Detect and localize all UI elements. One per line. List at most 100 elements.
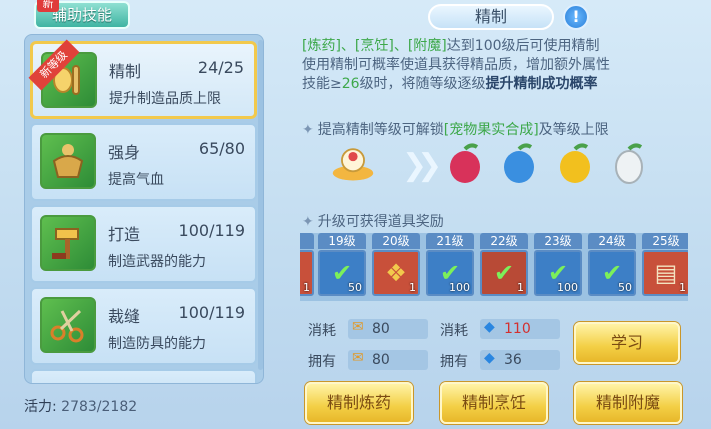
scissors-icon	[40, 297, 96, 353]
sparkle-icon: ✦	[302, 122, 314, 138]
skill-name: 强身	[108, 143, 141, 162]
skill-name: 打造	[108, 225, 141, 244]
skill-desc: 提高气血	[108, 172, 164, 188]
vitality-display: 活力: 2783/2182	[24, 396, 137, 416]
crystal-consume-text: 110	[504, 321, 531, 337]
desc-line3-num: 26	[341, 76, 360, 92]
reward-level: 21级	[426, 233, 474, 249]
consume-label: 消耗	[308, 323, 336, 339]
reward-level: 25级	[642, 233, 688, 249]
refine-enchant-button[interactable]: 精制附魔	[574, 382, 682, 424]
reward-title: 升级可获得道具奖励	[317, 214, 444, 230]
reward-slot[interactable]: 23级 ✔ 100	[534, 233, 582, 299]
double-arrow-icon: ❯❯	[402, 148, 442, 183]
partial-item-icon: 1	[300, 250, 314, 296]
unlock-title-a: 提高精制等级可解锁	[317, 122, 444, 138]
skill-level: 65/80	[198, 139, 245, 158]
refine-cooking-button[interactable]: 精制烹饪	[440, 382, 548, 424]
crystal-icon: ◆	[484, 319, 495, 335]
muscle-man-icon	[40, 133, 96, 189]
scroll-icon: ✉	[352, 350, 364, 366]
skill-description: [炼药]、[烹饪]、[附魔]达到100级后可使用精制 使用精制可概率使道具获得精…	[302, 37, 702, 94]
desc-tags: [炼药]、[烹饪]、[附魔]	[302, 38, 447, 54]
reward-qty: 1	[409, 281, 416, 294]
check-scroll-icon: ✔ 1	[480, 250, 528, 296]
reward-level: 2	[300, 233, 314, 249]
red-fruit-icon	[442, 140, 488, 186]
vitality-value: 2783/2182	[61, 399, 138, 415]
help-icon[interactable]: !	[563, 4, 589, 30]
white-fruit-icon	[606, 140, 652, 186]
skill-item-tailor[interactable]: 裁缝 100/119 制造防具的能力	[30, 287, 257, 365]
skill-item-strength[interactable]: 强身 65/80 提高气血	[30, 123, 257, 201]
vitality-label: 活力:	[24, 399, 57, 415]
sparkle-icon: ✦	[302, 214, 314, 230]
refine-alchemy-button[interactable]: 精制炼药	[305, 382, 413, 424]
reward-slot[interactable]: 24级 ✔ 50	[588, 233, 636, 299]
yellow-fruit-icon	[552, 140, 598, 186]
reward-slot[interactable]: 25级 ▤ 1	[642, 233, 688, 299]
desc-line2: 使用精制可概率使道具获得精品质，增加额外属性	[302, 57, 610, 73]
reward-section-title: ✦ 升级可获得道具奖励	[302, 211, 444, 231]
unlock-items-row: ❯❯	[330, 140, 690, 190]
own-label: 拥有	[308, 354, 336, 370]
blue-fruit-icon	[496, 140, 542, 186]
check-book-icon: ✔ 100	[534, 250, 582, 296]
unlock-title-b: 及等级上限	[538, 122, 609, 138]
panel-title: 精制	[428, 4, 554, 30]
reward-slot[interactable]: 22级 ✔ 1	[480, 233, 528, 299]
reward-level: 20级	[372, 233, 420, 249]
skill-desc: 制造防具的能力	[108, 336, 206, 352]
learn-button[interactable]: 学习	[574, 322, 680, 364]
desc-line1: 达到100级后可使用精制	[446, 38, 600, 54]
reward-qty: 100	[557, 281, 578, 294]
scroll-icon: ✉	[352, 319, 364, 335]
own-label: 拥有	[440, 354, 468, 370]
scroll-own-text: 80	[372, 352, 390, 368]
crystal-icon: ◆	[484, 350, 495, 366]
unlock-title-tag: [宠物果实合成]	[443, 122, 539, 138]
desc-line3a: 技能≥	[302, 76, 342, 92]
scroll-consume-text: 80	[372, 321, 390, 337]
reward-level: 22级	[480, 233, 528, 249]
consume-label: 消耗	[440, 323, 468, 339]
desc-line3-bold: 提升精制成功概率	[485, 76, 598, 92]
skill-item-partial[interactable]	[30, 369, 257, 383]
skill-level: 100/119	[178, 303, 245, 322]
hammer-icon	[40, 215, 96, 271]
check-book-icon: ✔ 100	[426, 250, 474, 296]
reward-slot[interactable]: 19级 ✔ 50	[318, 233, 366, 299]
reward-qty: 1	[303, 281, 310, 294]
open-book-icon: ▤ 1	[642, 250, 688, 296]
desc-line3b: 级时，将随等级逐级	[359, 76, 486, 92]
reward-slot[interactable]: 2 1	[300, 233, 314, 299]
reward-level: 23级	[534, 233, 582, 249]
skill-list-scrollbar[interactable]	[258, 40, 263, 370]
reward-qty: 100	[449, 281, 470, 294]
reward-qty: 1	[517, 281, 524, 294]
reward-qty: 50	[618, 281, 632, 294]
check-book-icon: ✔ 50	[588, 250, 636, 296]
reward-level: 24级	[588, 233, 636, 249]
main-window: 辅助技能 新 新等级 精制 24/25 提升制造品质上限 强身 65/80 提高…	[0, 0, 711, 429]
reward-strip[interactable]: 2 1 19级 ✔50 20级 ❖1 21级 ✔100 22级 ✔1 23级 ✔…	[300, 233, 688, 301]
crystal-own-text: 36	[504, 352, 522, 368]
reward-slot[interactable]: 20级 ❖ 1	[372, 233, 420, 299]
reward-qty: 50	[348, 281, 362, 294]
skill-name: 裁缝	[108, 307, 141, 326]
check-book-icon: ✔ 50	[318, 250, 366, 296]
skill-desc: 提升制造品质上限	[109, 91, 221, 107]
reward-slot[interactable]: 21级 ✔ 100	[426, 233, 474, 299]
skill-level: 24/25	[197, 58, 244, 77]
unlock-section-title: ✦ 提高精制等级可解锁[宠物果实合成]及等级上限	[302, 119, 609, 139]
skill-list[interactable]: 新等级 精制 24/25 提升制造品质上限 强身 65/80 提高气血 打造 1…	[24, 34, 264, 384]
new-badge: 新	[37, 0, 59, 12]
skill-desc: 制造武器的能力	[108, 254, 206, 270]
fruit-basket-icon	[330, 140, 376, 186]
skill-item-refine[interactable]: 新等级 精制 24/25 提升制造品质上限	[28, 39, 257, 119]
tab-label: 辅助技能	[51, 6, 112, 24]
reward-level: 19级	[318, 233, 366, 249]
skill-level: 100/119	[178, 221, 245, 240]
skill-item-forge[interactable]: 打造 100/119 制造武器的能力	[30, 205, 257, 283]
panel-title-text: 精制	[474, 7, 507, 26]
